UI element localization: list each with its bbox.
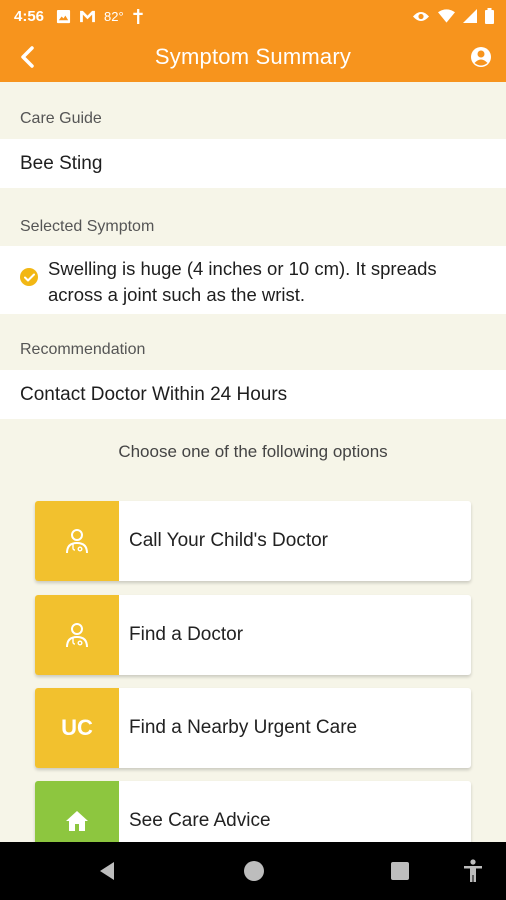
temperature: 82° [104, 8, 124, 24]
option-tile: UC [35, 688, 119, 768]
option-label: See Care Advice [129, 810, 271, 831]
accessibility-icon [464, 859, 482, 882]
option-label: Find a Nearby Urgent Care [129, 717, 358, 738]
recommendation-text: Contact Doctor Within 24 Hours [20, 383, 288, 405]
signal-icon [463, 9, 477, 23]
find-doctor-option[interactable]: Find a Doctor [35, 595, 471, 675]
navigation-bar [0, 842, 506, 900]
home-icon [66, 811, 88, 831]
wifi-icon [438, 9, 455, 23]
option-tile [35, 595, 119, 675]
back-arrow-icon [21, 46, 34, 68]
check-icon [20, 268, 38, 286]
nav-back-button[interactable] [92, 856, 122, 886]
selected-symptom-label: Selected Symptom [20, 218, 155, 235]
options-prompt: Choose one of the following options [118, 442, 388, 461]
option-tile [35, 501, 119, 581]
nav-home-icon [244, 861, 264, 881]
profile-button[interactable] [464, 40, 498, 74]
care-guide-text: Bee Sting [20, 152, 103, 174]
urgent-care-icon: UC [61, 715, 93, 740]
care-guide-value: Bee Sting [0, 139, 506, 188]
recommendation-label: Recommendation [20, 341, 146, 358]
battery-icon [485, 8, 494, 24]
page-title: Symptom Summary [154, 44, 352, 69]
image-icon [56, 9, 71, 23]
nav-accessibility-button[interactable] [458, 856, 488, 886]
back-button[interactable] [10, 40, 44, 74]
call-doctor-option[interactable]: Call Your Child's Doctor [35, 501, 471, 581]
nav-recents-button[interactable] [385, 856, 415, 886]
gmail-icon [80, 10, 95, 22]
eye-icon [413, 11, 429, 21]
status-bar: 4:56 82° [0, 0, 506, 32]
nav-recents-icon [391, 862, 409, 880]
care-guide-label: Care Guide [20, 110, 102, 127]
nav-back-icon [100, 862, 114, 880]
option-label: Call Your Child's Doctor [129, 530, 328, 551]
selected-symptom-row: Swelling is huge (4 inches or 10 cm). It… [0, 246, 506, 314]
selected-symptom-text: Swelling is huge (4 inches or 10 cm). It… [48, 258, 437, 305]
app-bar: Symptom Summary [0, 32, 506, 82]
find-urgent-care-option[interactable]: UC Find a Nearby Urgent Care [35, 688, 471, 768]
recommendation-value: Contact Doctor Within 24 Hours [0, 370, 506, 419]
doctor-icon [66, 529, 88, 554]
nav-home-button[interactable] [239, 856, 269, 886]
status-time: 4:56 [14, 7, 45, 25]
option-label: Find a Doctor [129, 624, 244, 645]
cross-icon [133, 8, 143, 24]
doctor-icon [66, 623, 88, 648]
account-circle-icon [471, 47, 491, 67]
